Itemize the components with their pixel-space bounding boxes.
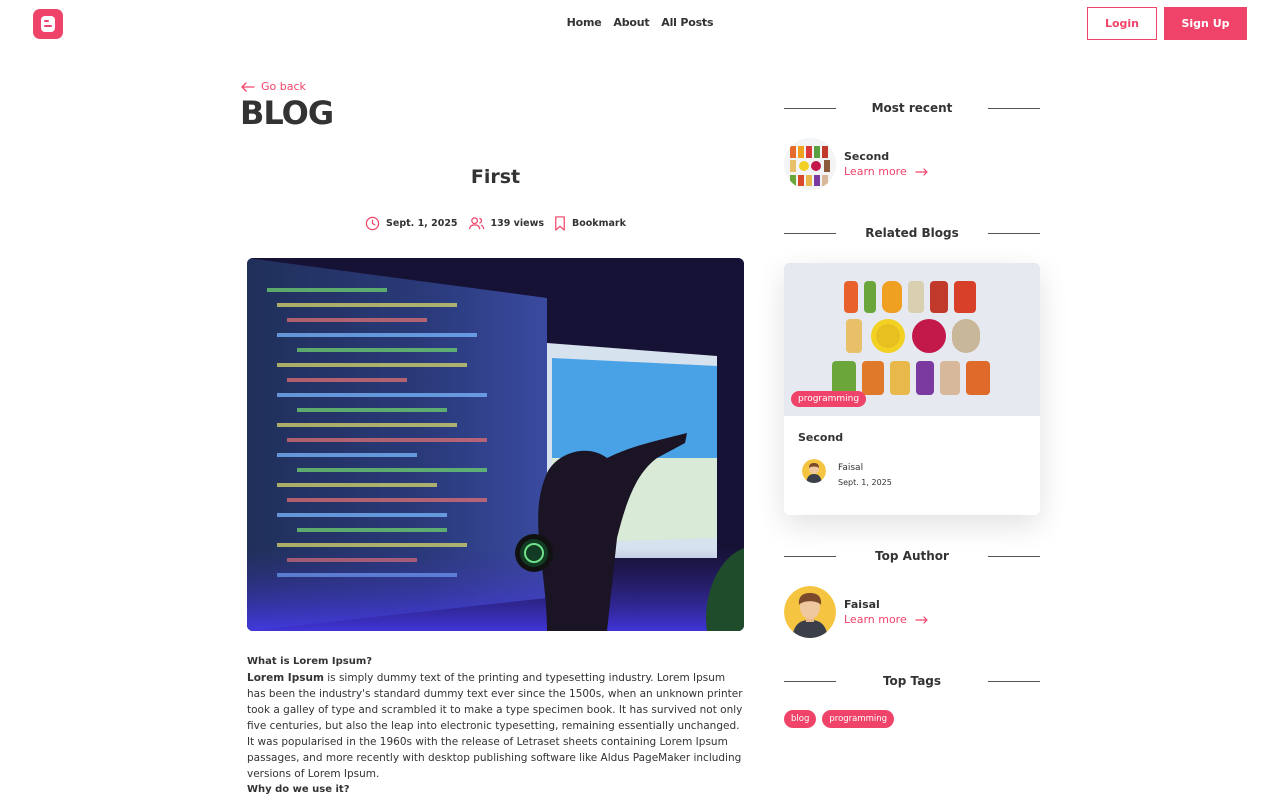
nav-home[interactable]: Home bbox=[567, 16, 602, 29]
post-views-text: 139 views bbox=[490, 218, 545, 229]
top-author-header: Top Author bbox=[784, 546, 1040, 566]
divider bbox=[988, 232, 1040, 234]
avatar bbox=[802, 459, 826, 483]
divider bbox=[784, 555, 836, 557]
related-blog-author: Faisal Sept. 1, 2025 bbox=[802, 459, 892, 487]
arrow-back-icon bbox=[241, 81, 255, 92]
post-meta: Sept. 1, 2025 139 views Bookmark bbox=[247, 216, 744, 231]
signup-button[interactable]: Sign Up bbox=[1164, 7, 1247, 40]
bookmark-label: Bookmark bbox=[572, 218, 626, 229]
most-recent-heading: Most recent bbox=[871, 101, 953, 115]
related-blog-card[interactable]: programming Second Faisal Sept. 1, 2025 bbox=[784, 263, 1040, 515]
hero-image bbox=[247, 258, 744, 631]
login-button[interactable]: Login bbox=[1087, 7, 1157, 40]
divider bbox=[988, 107, 1040, 109]
post-date: Sept. 1, 2025 bbox=[365, 216, 458, 231]
post-date-text: Sept. 1, 2025 bbox=[386, 218, 458, 229]
top-tags-list: blog programming bbox=[784, 710, 900, 728]
top-tags-header: Top Tags bbox=[784, 671, 1040, 691]
top-author-avatar bbox=[784, 586, 836, 638]
author-date: Sept. 1, 2025 bbox=[838, 478, 892, 487]
page-title: BLOG bbox=[240, 94, 334, 132]
learn-more-label: Learn more bbox=[844, 613, 907, 626]
arrow-right-icon bbox=[915, 167, 928, 176]
top-tags-heading: Top Tags bbox=[882, 674, 942, 688]
nav-all-posts[interactable]: All Posts bbox=[661, 16, 713, 29]
blogger-logo-icon[interactable] bbox=[33, 9, 63, 39]
top-author-item[interactable]: Faisal Learn more bbox=[784, 586, 929, 638]
go-back-label: Go back bbox=[261, 80, 306, 93]
most-recent-learn-more[interactable]: Learn more bbox=[844, 165, 929, 178]
related-blogs-heading: Related Blogs bbox=[865, 226, 959, 240]
top-author-name: Faisal bbox=[844, 598, 880, 611]
related-blogs-header: Related Blogs bbox=[784, 223, 1040, 243]
top-author-heading: Top Author bbox=[875, 549, 949, 563]
post-content: What is Lorem Ipsum? Lorem Ipsum is simp… bbox=[247, 654, 744, 798]
related-blog-title: Second bbox=[798, 431, 844, 444]
content-lead-bold: Lorem Ipsum bbox=[247, 672, 324, 684]
most-recent-header: Most recent bbox=[784, 98, 1040, 118]
divider bbox=[784, 232, 836, 234]
most-recent-thumbnail bbox=[784, 138, 836, 190]
arrow-right-icon bbox=[915, 615, 928, 624]
top-author-learn-more[interactable]: Learn more bbox=[844, 613, 929, 626]
nav-about[interactable]: About bbox=[613, 16, 649, 29]
post-title: First bbox=[470, 166, 521, 188]
content-paragraph: Lorem Ipsum is simply dummy text of the … bbox=[247, 670, 744, 782]
related-blog-tag[interactable]: programming bbox=[791, 391, 867, 407]
most-recent-item[interactable]: Second Learn more bbox=[784, 138, 929, 190]
divider bbox=[988, 555, 1040, 557]
tag-blog[interactable]: blog bbox=[784, 710, 817, 728]
most-recent-title: Second bbox=[844, 150, 890, 163]
author-name: Faisal bbox=[838, 463, 864, 473]
learn-more-label: Learn more bbox=[844, 165, 907, 178]
divider bbox=[784, 107, 836, 109]
content-heading-1: What is Lorem Ipsum? bbox=[247, 656, 373, 667]
bookmark-button[interactable]: Bookmark bbox=[554, 216, 626, 231]
content-heading-2: Why do we use it? bbox=[247, 784, 350, 795]
bookmark-icon bbox=[555, 216, 565, 231]
clock-icon bbox=[365, 216, 380, 231]
content-paragraph-text: is simply dummy text of the printing and… bbox=[247, 672, 743, 780]
users-icon bbox=[468, 217, 484, 230]
post-views: 139 views bbox=[468, 216, 544, 231]
divider bbox=[784, 680, 836, 682]
go-back-link[interactable]: Go back bbox=[241, 80, 306, 93]
tag-programming[interactable]: programming bbox=[822, 710, 895, 728]
divider bbox=[987, 680, 1040, 682]
